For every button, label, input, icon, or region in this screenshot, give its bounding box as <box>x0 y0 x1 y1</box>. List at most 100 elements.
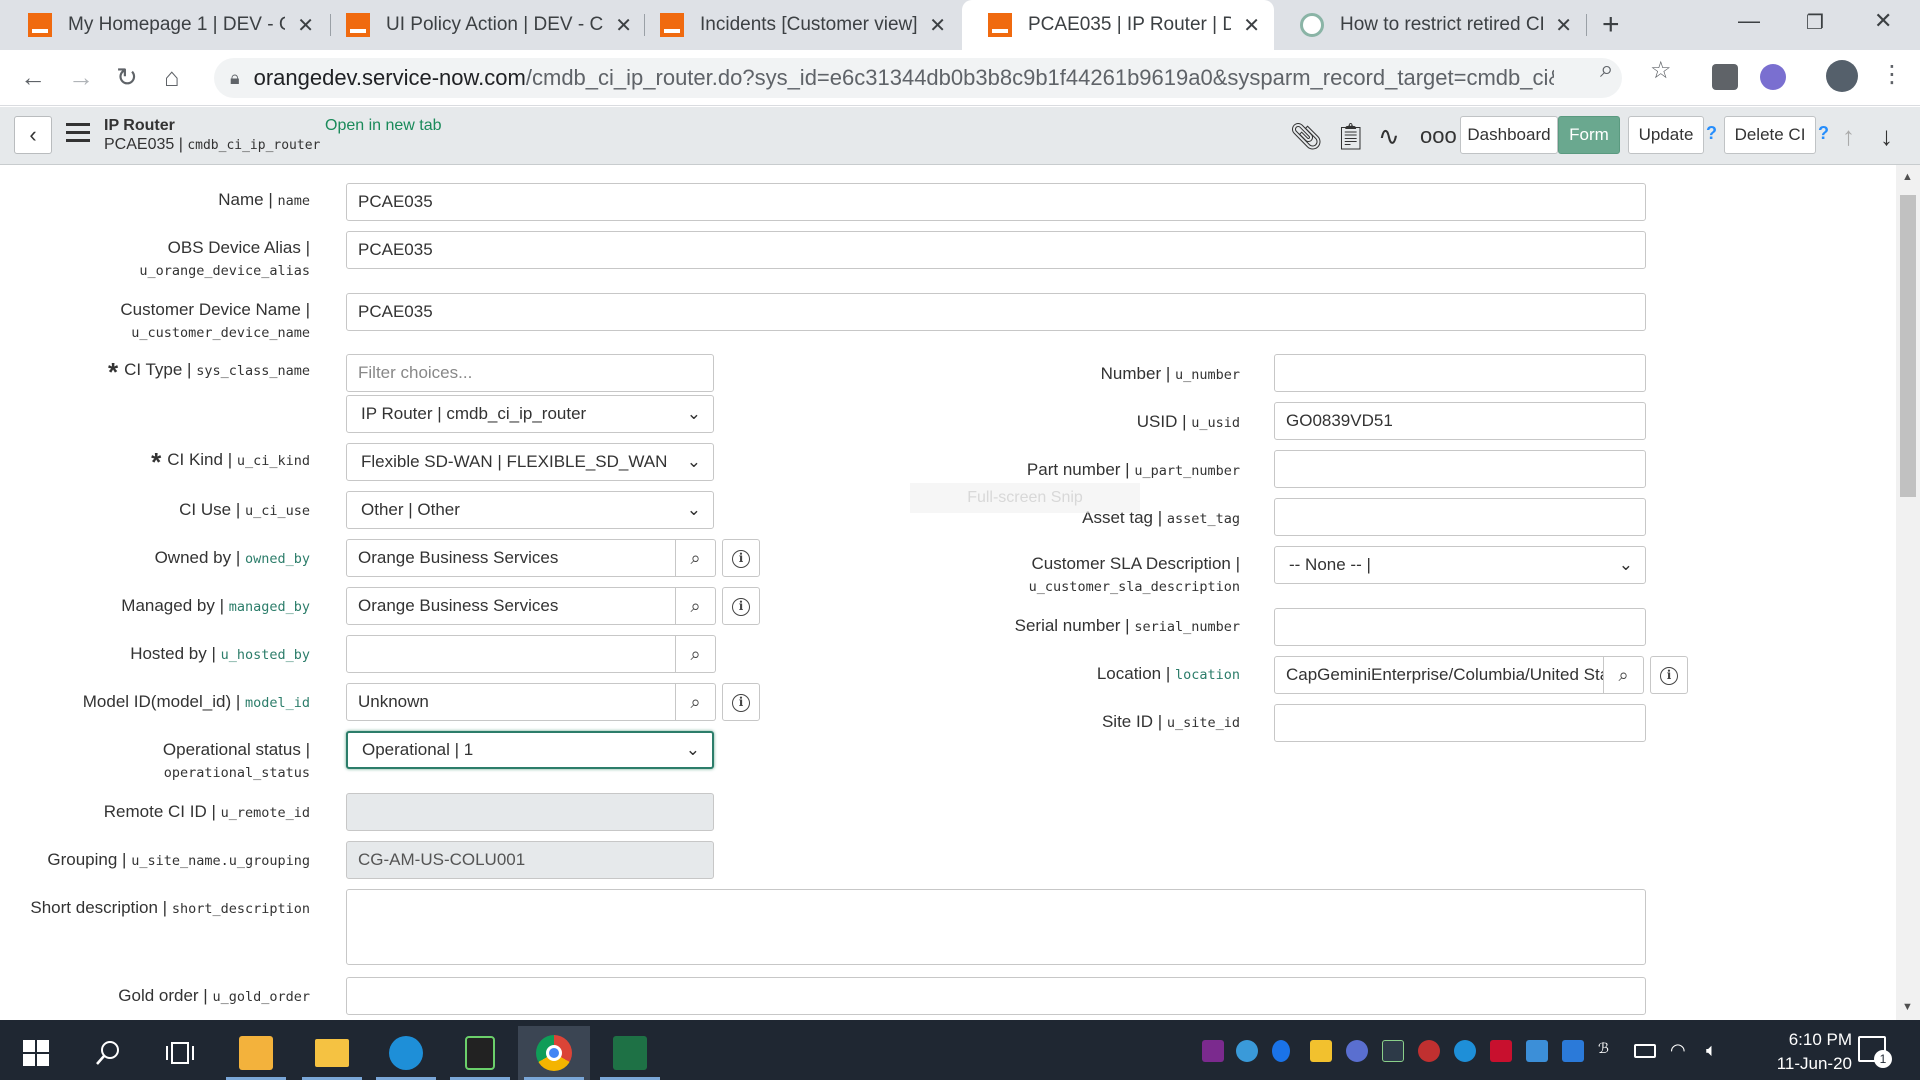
part-number-input[interactable] <box>1274 450 1646 488</box>
ci-use-select[interactable]: Other | Other ⌄ <box>346 491 714 529</box>
number-input[interactable] <box>1274 354 1646 392</box>
chrome-app-icon[interactable] <box>518 1026 590 1080</box>
chrome-menu-icon[interactable]: ⋮ <box>1880 60 1904 89</box>
help-icon[interactable]: ? <box>1706 123 1717 144</box>
search-icon[interactable] <box>72 1026 144 1080</box>
wifi-icon[interactable]: ◠ <box>1670 1040 1692 1062</box>
operational-status-select[interactable]: Operational | 1 ⌄ <box>346 731 714 769</box>
info-icon[interactable]: i <box>722 683 760 721</box>
search-icon[interactable]: ⌕ <box>676 683 716 721</box>
search-icon[interactable]: ⌕ <box>676 635 716 673</box>
back-arrow-icon[interactable]: ← <box>20 62 46 93</box>
ci-type-select[interactable]: IP Router | cmdb_ci_ip_router ⌄ <box>346 395 714 433</box>
onenote-tray-icon[interactable] <box>1202 1040 1224 1062</box>
customer-sla-select[interactable]: -- None -- | ⌄ <box>1274 546 1646 584</box>
ci-type-filter-input[interactable]: Filter choices... <box>346 354 714 392</box>
paperclip-icon[interactable]: 📎︎ <box>1290 121 1323 152</box>
bookmark-star-icon[interactable]: ☆ <box>1650 56 1672 85</box>
system-clock[interactable]: 6:10 PM 11-Jun-20 <box>1732 1028 1852 1076</box>
previous-record-icon[interactable]: ↑ <box>1842 121 1855 152</box>
windows-start-icon[interactable] <box>0 1026 72 1080</box>
mcafee-tray-icon[interactable] <box>1490 1040 1512 1062</box>
search-icon[interactable]: ⌕ <box>676 539 716 577</box>
extension-gear-icon[interactable] <box>1760 64 1786 90</box>
close-icon[interactable]: ✕ <box>1555 13 1572 38</box>
open-new-tab-link[interactable]: Open in new tab <box>325 117 442 135</box>
volume-icon[interactable]: 🔈︎ <box>1706 1040 1728 1062</box>
info-icon[interactable]: i <box>722 539 760 577</box>
browser-tab[interactable]: Incidents [Customer view] | ✕ <box>634 0 960 50</box>
next-record-icon[interactable]: ↓ <box>1880 121 1893 152</box>
excel-app-icon[interactable] <box>594 1026 666 1080</box>
close-icon[interactable]: ✕ <box>929 13 946 38</box>
help-icon[interactable]: ? <box>1818 123 1829 144</box>
owned-by-input[interactable]: Orange Business Services <box>346 539 676 577</box>
usid-input[interactable]: GO0839VD51 <box>1274 402 1646 440</box>
tray-app-icon[interactable] <box>1310 1040 1332 1062</box>
close-icon[interactable]: ✕ <box>1243 13 1260 38</box>
dashboard-button[interactable]: Dashboard <box>1460 116 1558 154</box>
browser-tab-active[interactable]: PCAE035 | IP Router | DEV - ✕ <box>962 0 1274 50</box>
profile-avatar[interactable] <box>1826 60 1858 92</box>
tray-app-icon[interactable] <box>1236 1040 1258 1062</box>
site-id-input[interactable] <box>1274 704 1646 742</box>
form-back-button[interactable]: ‹ <box>14 116 52 154</box>
cisco-app-icon[interactable] <box>444 1026 516 1080</box>
tray-app-icon[interactable] <box>1562 1040 1584 1062</box>
skype-tray-icon[interactable] <box>1454 1040 1476 1062</box>
browser-tab[interactable]: UI Policy Action | DEV - Clo ✕ <box>320 0 646 50</box>
name-input[interactable]: PCAE035 <box>346 183 1646 221</box>
forward-arrow-icon[interactable]: → <box>68 62 94 93</box>
reload-icon[interactable]: ↻ <box>116 62 138 93</box>
activity-icon[interactable]: ∿ <box>1378 121 1400 152</box>
home-icon[interactable]: ⌂ <box>164 62 180 93</box>
gold-order-input[interactable] <box>346 977 1646 1015</box>
hosted-by-input[interactable] <box>346 635 676 673</box>
info-icon[interactable]: i <box>722 587 760 625</box>
info-icon[interactable]: i <box>1650 656 1688 694</box>
notification-center-icon[interactable]: 1 <box>1858 1036 1892 1068</box>
skype-app-icon[interactable] <box>370 1026 442 1080</box>
window-close-icon[interactable]: ✕ <box>1874 8 1892 34</box>
address-bar[interactable]: 🔒︎ orangedev.service-now.com/cmdb_ci_ip_… <box>214 58 1622 98</box>
tray-app-icon[interactable] <box>1382 1040 1404 1062</box>
tray-app-icon[interactable] <box>1346 1040 1368 1062</box>
outlook-app-icon[interactable] <box>220 1026 292 1080</box>
managed-by-input[interactable]: Orange Business Services <box>346 587 676 625</box>
close-icon[interactable]: ✕ <box>615 13 632 38</box>
obs-device-alias-input[interactable]: PCAE035 <box>346 231 1646 269</box>
form-button[interactable]: Form <box>1558 116 1620 154</box>
bluetooth-icon[interactable] <box>1272 1040 1290 1062</box>
location-input[interactable]: CapGeminiEnterprise/Columbia/United Stat <box>1274 656 1604 694</box>
search-icon[interactable]: ⌕ <box>1604 656 1644 694</box>
minimize-icon[interactable]: — <box>1738 8 1760 34</box>
ci-kind-select[interactable]: Flexible SD-WAN | FLEXIBLE_SD_WAN ⌄ <box>346 443 714 481</box>
new-tab-icon[interactable]: + <box>1602 8 1620 42</box>
short-description-textarea[interactable] <box>346 889 1646 965</box>
scroll-up-icon[interactable]: ▲ <box>1902 171 1913 183</box>
zoom-icon[interactable]: ⌕ <box>1600 56 1613 84</box>
file-explorer-icon[interactable] <box>296 1026 368 1080</box>
more-options-icon[interactable]: ooo <box>1420 123 1457 149</box>
serial-number-input[interactable] <box>1274 608 1646 646</box>
delete-ci-button[interactable]: Delete CI <box>1724 116 1816 154</box>
customer-device-name-input[interactable]: PCAE035 <box>346 293 1646 331</box>
extension-icon[interactable] <box>1712 64 1738 90</box>
task-view-icon[interactable] <box>144 1026 216 1080</box>
battery-icon[interactable] <box>1634 1044 1656 1058</box>
browser-tab[interactable]: My Homepage 1 | DEV - Clo ✕ <box>2 0 328 50</box>
clipboard-icon[interactable]: 📋︎ <box>1334 121 1367 152</box>
asset-tag-input[interactable] <box>1274 498 1646 536</box>
context-menu-icon[interactable] <box>66 123 90 147</box>
scrollbar-thumb[interactable] <box>1900 195 1916 497</box>
browser-tab[interactable]: How to restrict retired CI's c ✕ <box>1274 0 1586 50</box>
scroll-down-icon[interactable]: ▼ <box>1902 1001 1913 1013</box>
vertical-scrollbar[interactable]: ▲ ▼ <box>1896 165 1920 1020</box>
tray-app-icon[interactable] <box>1418 1040 1440 1062</box>
tray-app-icon[interactable] <box>1526 1040 1548 1062</box>
update-button[interactable]: Update <box>1628 116 1704 154</box>
close-icon[interactable]: ✕ <box>297 13 314 38</box>
restore-icon[interactable]: ❐ <box>1806 10 1824 35</box>
model-id-input[interactable]: Unknown <box>346 683 676 721</box>
search-icon[interactable]: ⌕ <box>676 587 716 625</box>
